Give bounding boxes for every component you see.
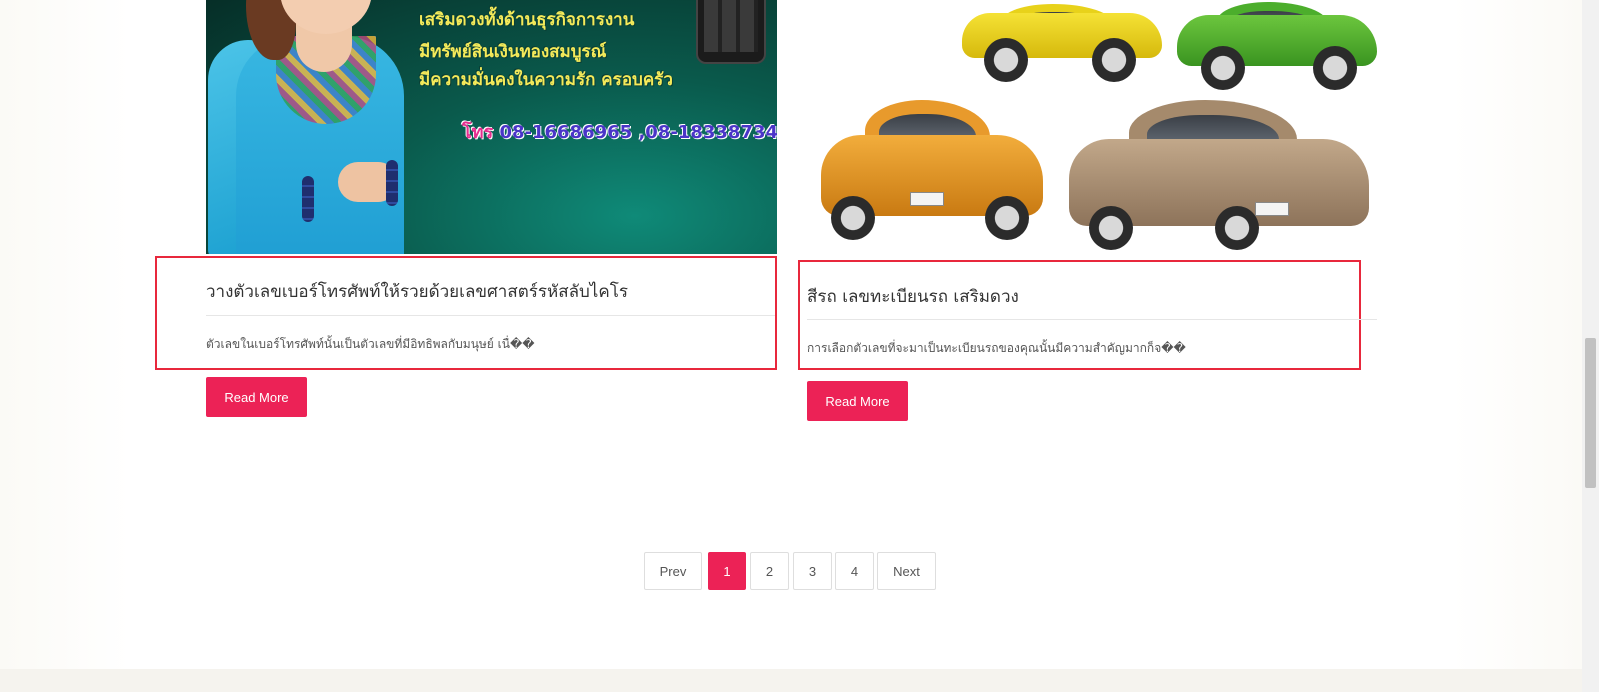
post-1-read-more-button[interactable]: Read More	[206, 377, 307, 417]
post-2-image[interactable]	[807, 0, 1377, 259]
promo-line-2: มีทรัพย์สินเงินทองสมบูรณ์	[419, 42, 607, 62]
scrollbar-thumb[interactable]	[1585, 338, 1596, 488]
post-1-divider	[206, 315, 775, 316]
pagination-page-1[interactable]: 1	[708, 552, 746, 590]
post-2-title[interactable]: สีรถ เลขทะเบียนรถ เสริมดวง	[807, 283, 1019, 310]
post-2-excerpt: การเลือกตัวเลขที่จะมาเป็นทะเบียนรถของคุณ…	[807, 341, 1186, 355]
phone-illustration	[696, 0, 766, 64]
pagination-next-button[interactable]: Next	[877, 552, 936, 590]
car-green	[1177, 2, 1377, 90]
pagination-page-2[interactable]: 2	[750, 552, 789, 590]
pagination-page-3[interactable]: 3	[793, 552, 832, 590]
post-1-excerpt: ตัวเลขในเบอร์โทรศัพท์นั้นเป็นตัวเลขที่มี…	[206, 337, 535, 351]
pagination-prev-button[interactable]: Prev	[644, 552, 702, 590]
car-yellow	[962, 4, 1162, 82]
pagination: Prev 1 2 3 4 Next	[0, 552, 1582, 590]
car-orange	[821, 100, 1043, 240]
promo-phone-label: โทร	[462, 122, 494, 143]
post-1-title[interactable]: วางตัวเลขเบอร์โทรศัพท์ให้รวยด้วยเลขศาสตร…	[206, 278, 628, 305]
post-2-read-more-button[interactable]: Read More	[807, 381, 908, 421]
promo-line-1: เสริมดวงทั้งด้านธุรกิจการงาน	[419, 10, 635, 30]
post-1-image[interactable]: เสริมดวงทั้งด้านธุรกิจการงาน มีทรัพย์สิน…	[206, 0, 777, 254]
promo-phone-numbers: 08-16686965 ,08-18338734	[499, 122, 777, 143]
pagination-page-4[interactable]: 4	[835, 552, 874, 590]
promo-phone: โทร 08-16686965 ,08-18338734	[462, 117, 777, 146]
car-bronze	[1069, 100, 1369, 250]
footer-band	[0, 669, 1582, 692]
post-2-divider	[807, 319, 1377, 320]
promo-line-3: มีความมั่นคงในความรัก ครอบครัว	[419, 70, 673, 90]
